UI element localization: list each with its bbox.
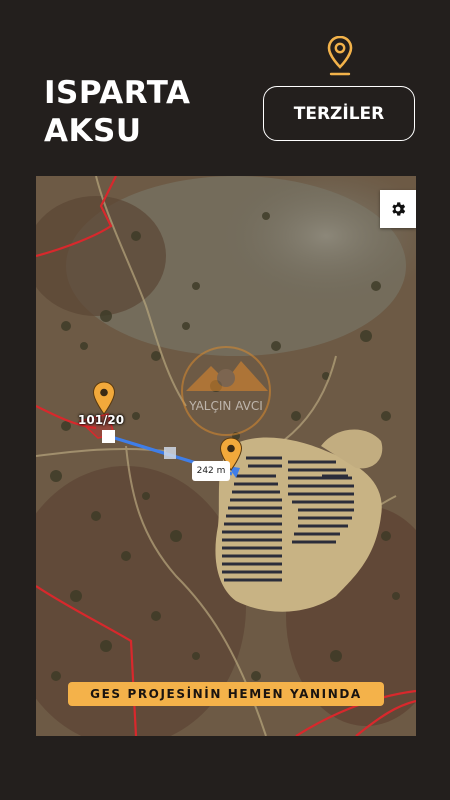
map-pin-icon bbox=[327, 36, 353, 76]
title-line-2: AKSU bbox=[44, 113, 142, 149]
title-line-1: ISPARTA bbox=[44, 75, 191, 111]
terziler-button[interactable]: TERZİLER bbox=[263, 86, 415, 141]
satellite-map[interactable]: YALÇIN AVCI 101/20 242 m GES PROJESİNİN … bbox=[36, 176, 416, 736]
page-title: ISPARTA AKSU bbox=[44, 74, 190, 150]
settings-button[interactable] bbox=[380, 190, 416, 228]
parcel-label: 101/20 bbox=[78, 413, 125, 427]
distance-label: 242 m bbox=[192, 461, 230, 481]
gear-icon bbox=[392, 202, 406, 216]
watermark-text: YALÇIN AVCI bbox=[188, 399, 263, 413]
map-pin-icon[interactable] bbox=[92, 381, 116, 415]
map-caption: GES PROJESİNİN HEMEN YANINDA bbox=[68, 682, 384, 706]
